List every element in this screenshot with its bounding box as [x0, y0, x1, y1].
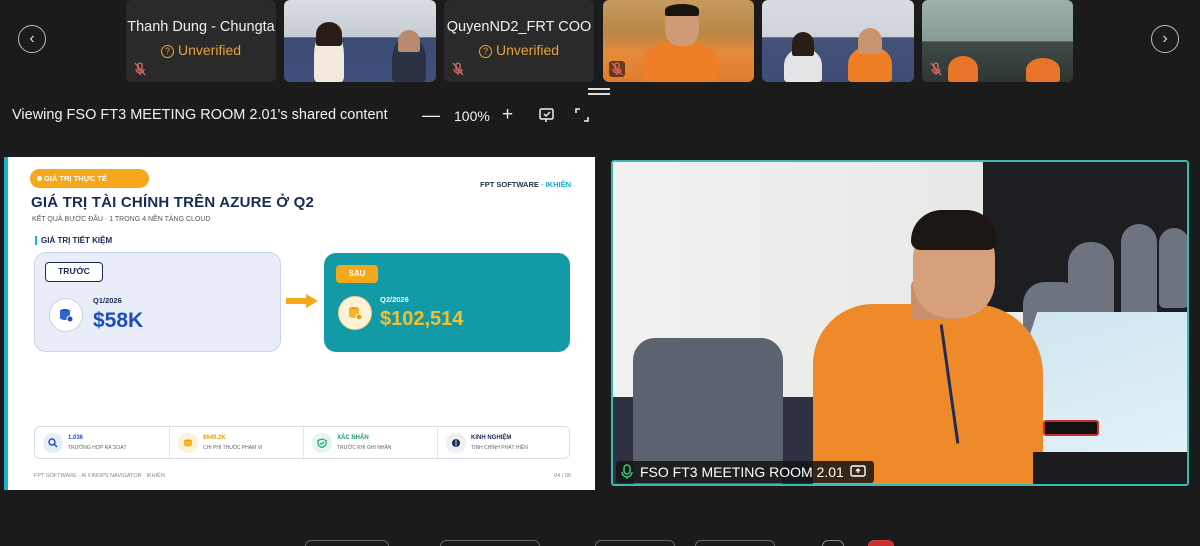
participant-name: QuyenND2_FRT COO [446, 19, 592, 35]
slide-page-number: 04 / 06 [554, 473, 571, 479]
zoom-level: 100% [454, 108, 490, 124]
database-icon [49, 298, 83, 332]
section-label: GIÁ TRỊ TIẾT KIỆM [35, 236, 112, 245]
shield-check-icon [312, 433, 332, 453]
stat-label: TINH CHỈNH PHÁT HIỆN [471, 445, 528, 451]
participant-tile-thanh-dung[interactable]: Thanh Dung - Chungta ? Unverified [126, 0, 276, 82]
phone [1043, 420, 1099, 436]
stat-label: CHI PHÍ THUỘC PHẠM VI [203, 445, 263, 451]
unverified-label: Unverified [495, 42, 560, 58]
participant-video-4[interactable] [922, 0, 1073, 82]
slide-subtitle: KẾT QUẢ BƯỚC ĐẦU · 1 TRONG 4 NỀN TẢNG CL… [32, 216, 211, 223]
mic-off-icon [452, 62, 464, 76]
chair [1159, 228, 1187, 308]
unverified-status: ? Unverified [444, 42, 594, 58]
slide-footer: FPT SOFTWARE · AI FINOPS NAVIGATOR · IKH… [34, 473, 165, 479]
participant-hair [316, 22, 342, 46]
stat-value: KINH NGHIỆM [471, 435, 512, 441]
mic-icon [621, 464, 633, 479]
zoom-in-button[interactable]: + [502, 104, 513, 126]
stat-item: XÁC NHẬN TRƯỚC KHI GHI NHẬN [303, 427, 437, 460]
participant-figure [948, 56, 978, 82]
mic-off-icon [930, 62, 942, 76]
stat-value: XÁC NHẬN [337, 435, 369, 441]
participant-video-1[interactable] [284, 0, 436, 82]
zoom-out-button[interactable]: — [422, 105, 440, 126]
arrow-right-icon [286, 294, 318, 308]
stat-label: TRƯỚC KHI GHI NHẬN [337, 445, 392, 451]
speaker-shirt [813, 304, 1043, 484]
question-icon: ? [160, 45, 174, 58]
control-button[interactable] [695, 540, 775, 546]
participant-video-2[interactable] [603, 0, 754, 82]
after-period: Q2/2026 [380, 295, 409, 304]
stat-item: KINH NGHIỆM TINH CHỈNH PHÁT HIỆN [437, 427, 571, 460]
participant-tile-quyennd2[interactable]: QuyenND2_FRT COO ? Unverified [444, 0, 594, 82]
brand-sep: · [540, 180, 544, 189]
participant-figure [1026, 58, 1060, 82]
stat-item: 1.036 TRƯỜNG HỢP RÀ SOÁT [35, 427, 169, 460]
question-icon: ? [478, 45, 492, 58]
after-value: $102,514 [380, 308, 464, 330]
screen-share-icon [850, 465, 866, 477]
stat-item: $649.2K CHI PHÍ THUỘC PHẠM VI [169, 427, 303, 460]
chevron-right-icon[interactable]: › [1151, 25, 1179, 53]
mic-off-icon [609, 61, 625, 77]
viewing-title: Viewing FSO FT3 MEETING ROOM 2.01's shar… [12, 107, 388, 123]
slide-brand: FPT SOFTWARE · IKHIÊN [480, 180, 571, 189]
before-tag: TRƯỚC [45, 262, 103, 282]
participant-figure [643, 40, 717, 82]
before-card: TRƯỚC Q1/2026 $58K [34, 252, 281, 352]
chevron-left-icon[interactable]: ‹ [18, 25, 46, 53]
control-button[interactable] [305, 540, 389, 546]
shared-content-toolbar: Viewing FSO FT3 MEETING ROOM 2.01's shar… [0, 104, 1200, 128]
stat-value: 1.036 [68, 435, 84, 441]
search-icon [43, 433, 63, 453]
unverified-label: Unverified [177, 42, 242, 58]
control-button[interactable] [595, 540, 675, 546]
room-name: FSO FT3 MEETING ROOM 2.01 [640, 464, 844, 480]
resize-handle[interactable] [588, 88, 610, 95]
brand-left: FPT SOFTWARE [480, 180, 539, 189]
database-icon [338, 296, 372, 330]
participant-head [792, 32, 814, 56]
speaker-hair [911, 210, 997, 250]
slide-chip: GIÁ TRỊ THỰC TẾ [30, 169, 149, 188]
unverified-status: ? Unverified [126, 42, 276, 58]
participant-head [858, 28, 882, 54]
annotate-icon[interactable] [538, 106, 556, 124]
after-tag: SAU [336, 265, 378, 283]
stats-row: 1.036 TRƯỜNG HỢP RÀ SOÁT $649.2K CHI PHÍ… [34, 426, 571, 460]
after-card: SAU Q2/2026 $102,514 [324, 253, 570, 352]
participant-head [398, 30, 420, 52]
before-period: Q1/2026 [93, 296, 122, 305]
meeting-window: ‹ Thanh Dung - Chungta ? Unverified Quyen… [0, 0, 1200, 546]
mic-off-icon [134, 62, 146, 76]
expand-icon[interactable] [573, 106, 591, 124]
stat-label: TRƯỜNG HỢP RÀ SOÁT [68, 445, 127, 451]
active-speaker-video[interactable]: FSO FT3 MEETING ROOM 2.01 [611, 160, 1189, 486]
room-label-bar: FSO FT3 MEETING ROOM 2.01 [616, 461, 874, 483]
participant-strip: ‹ Thanh Dung - Chungta ? Unverified Quyen… [0, 0, 1200, 86]
participant-hair [665, 4, 699, 16]
leave-button[interactable] [868, 540, 894, 546]
coins-icon [178, 433, 198, 453]
control-button[interactable] [440, 540, 540, 546]
slide-title: GIÁ TRỊ TÀI CHÍNH TRÊN AZURE Ở Q2 [31, 194, 315, 211]
chip-dot-icon [37, 176, 42, 181]
participant-video-3[interactable] [762, 0, 914, 82]
laptop [1033, 452, 1187, 484]
before-value: $58K [93, 309, 144, 332]
shared-slide: GIÁ TRỊ THỰC TẾ FPT SOFTWARE · IKHIÊN GI… [4, 157, 595, 490]
stat-value: $649.2K [203, 435, 226, 441]
participant-name: Thanh Dung - Chungta [127, 19, 275, 35]
brand-right: IKHIÊN [545, 180, 571, 189]
chip-label: GIÁ TRỊ THỰC TẾ [44, 174, 107, 183]
brain-icon [446, 433, 466, 453]
control-button[interactable] [822, 540, 844, 546]
